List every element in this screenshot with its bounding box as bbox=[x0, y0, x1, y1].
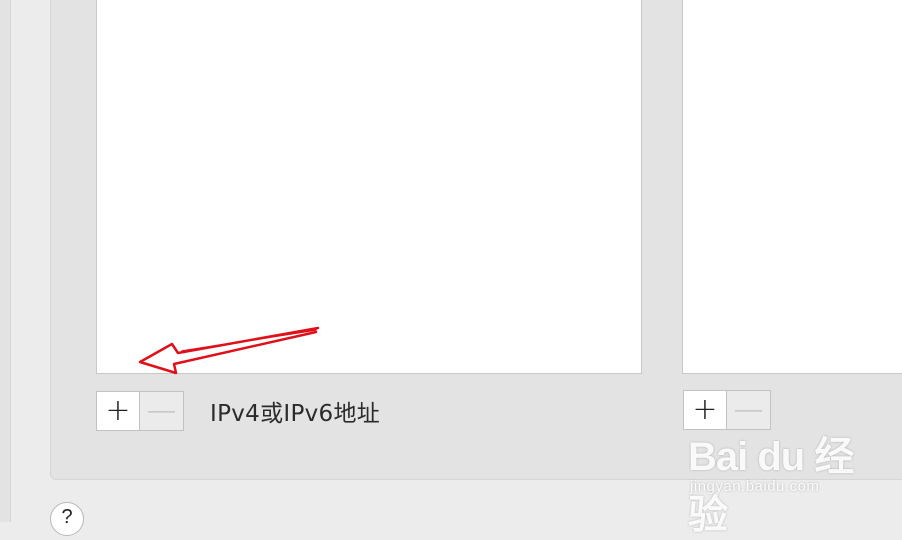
plus-icon: + bbox=[105, 393, 131, 428]
baidu-watermark: Bai du 经验 jingyan.baidu.com bbox=[688, 424, 858, 537]
minus-icon: — bbox=[146, 393, 177, 428]
minus-icon: — bbox=[733, 392, 764, 427]
watermark-url: jingyan.baidu.com bbox=[690, 478, 820, 495]
help-button[interactable]: ? bbox=[50, 502, 84, 536]
address-list[interactable] bbox=[96, 0, 642, 374]
question-icon: ? bbox=[61, 506, 73, 528]
add-address-button[interactable]: + bbox=[96, 391, 140, 431]
address-list-controls: + — bbox=[96, 391, 184, 431]
remove-address-button[interactable]: — bbox=[140, 391, 184, 431]
address-hint-label: IPv4或IPv6地址 bbox=[210, 401, 381, 427]
plus-icon: + bbox=[692, 392, 718, 427]
secondary-list[interactable] bbox=[682, 0, 902, 374]
window-edge bbox=[0, 0, 11, 522]
